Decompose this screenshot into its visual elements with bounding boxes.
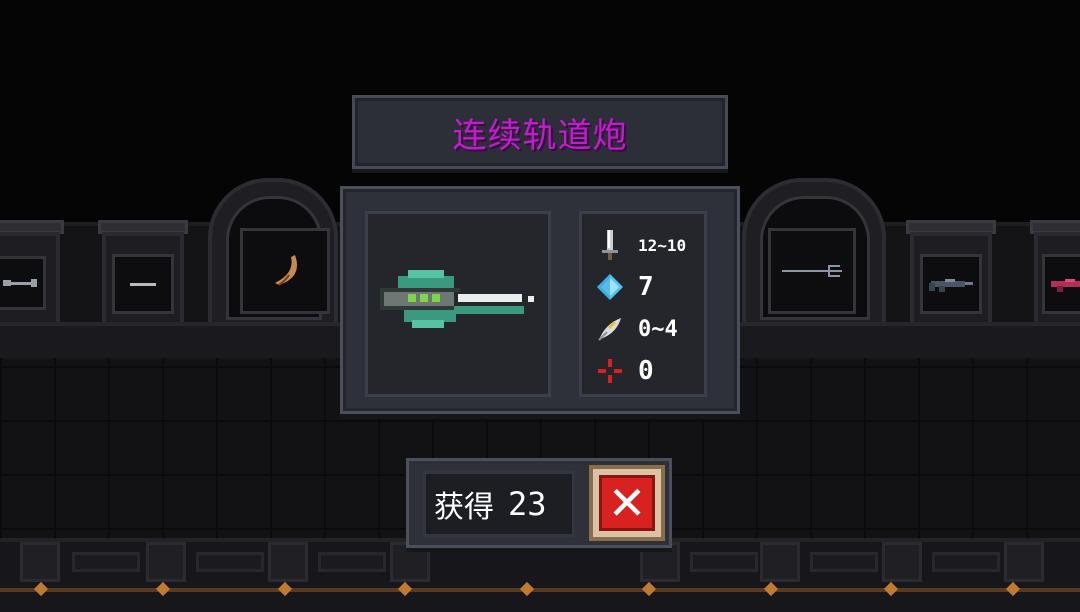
close-button[interactable]: ✕ xyxy=(589,465,665,541)
stat-energy: 7 xyxy=(594,270,654,304)
obtain-box: 获得 23 xyxy=(423,471,575,537)
close-icon: ✕ xyxy=(599,475,655,531)
rail-block xyxy=(640,542,680,582)
stick-icon xyxy=(130,283,156,286)
rail-block xyxy=(1004,542,1044,582)
diamond-icon xyxy=(594,271,626,303)
stat-critical-value: 0~4 xyxy=(638,316,678,342)
rail-block xyxy=(20,542,60,582)
rail-slot xyxy=(196,552,264,572)
sword-icon xyxy=(594,229,626,261)
weapon-info-panel: 12~10 7 0~4 0 xyxy=(340,186,740,414)
rail-slot xyxy=(690,552,758,572)
weapon-preview xyxy=(365,211,551,397)
display-slot-crescent[interactable] xyxy=(240,228,330,314)
obtain-count: 23 xyxy=(508,485,547,523)
rail-slot xyxy=(932,552,1000,572)
stat-spread-value: 0 xyxy=(638,356,654,386)
rail-slot xyxy=(72,552,140,572)
rail-slot xyxy=(810,552,878,572)
display-slot-pink-rifle[interactable] xyxy=(1042,254,1080,314)
rifle-icon xyxy=(929,279,973,292)
stat-spread: 0 xyxy=(594,354,654,388)
rail-block xyxy=(760,542,800,582)
stat-damage-value: 12~10 xyxy=(638,235,687,255)
weapon-title-panel: 连续轨道炮 xyxy=(352,95,728,169)
display-slot-stick[interactable] xyxy=(112,254,174,314)
display-slot-rifle[interactable] xyxy=(920,254,982,314)
rail-block xyxy=(882,542,922,582)
rail-block xyxy=(146,542,186,582)
obtain-panel: 获得 23 ✕ xyxy=(406,458,672,548)
feather-icon xyxy=(594,313,626,345)
pink-rifle-icon xyxy=(1051,279,1080,292)
display-slot-wrench[interactable] xyxy=(0,256,46,310)
rail-slot xyxy=(318,552,386,572)
weapon-stats: 12~10 7 0~4 0 xyxy=(579,211,707,397)
stat-critical: 0~4 xyxy=(594,312,678,346)
stat-damage: 12~10 xyxy=(594,228,686,262)
rail-block xyxy=(390,542,430,582)
stat-energy-value: 7 xyxy=(638,272,654,302)
trident-icon xyxy=(782,265,842,277)
obtain-label: 获得 xyxy=(434,490,494,525)
display-slot-trident[interactable] xyxy=(768,228,856,314)
weapon-name: 连续轨道炮 xyxy=(452,115,628,156)
rail-block xyxy=(268,542,308,582)
crosshair-icon xyxy=(594,355,626,387)
wrench-icon xyxy=(3,279,37,287)
railgun-icon xyxy=(380,270,534,328)
crescent-blade-icon xyxy=(275,255,297,286)
